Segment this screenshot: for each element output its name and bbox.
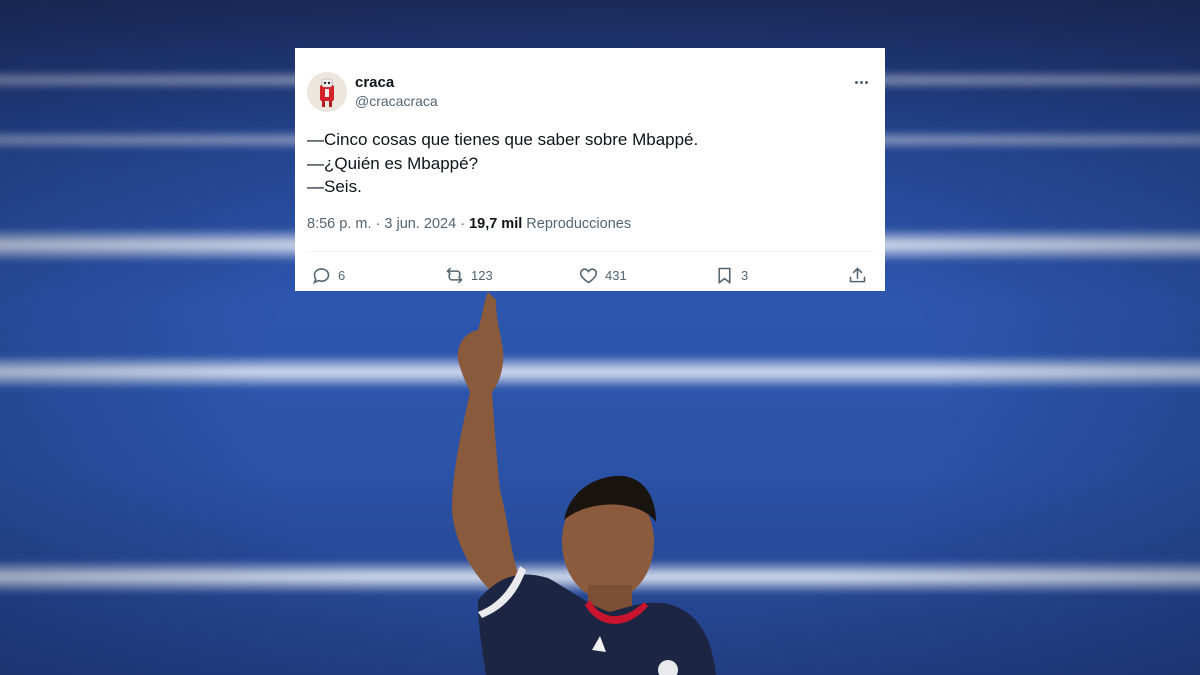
tweet-meta: 8:56 p. m. · 3 jun. 2024 · 19,7 mil Repr… <box>307 216 631 232</box>
meta-separator: · <box>375 216 381 232</box>
tweet-card: craca @cracacraca —Cinco cosas que tiene… <box>295 48 885 291</box>
reply-count: 6 <box>338 268 346 283</box>
share-button[interactable] <box>847 265 868 286</box>
divider <box>307 251 873 252</box>
repost-button[interactable]: 123 <box>444 265 493 286</box>
like-count: 431 <box>605 268 627 283</box>
repost-count: 123 <box>471 268 493 283</box>
tweet-line: —Seis. <box>307 177 362 196</box>
reply-button[interactable]: 6 <box>311 265 345 286</box>
meta-separator: · <box>460 216 466 232</box>
views-label: Reproducciones <box>526 216 632 232</box>
tweet-line: —Cinco cosas que tienes que saber sobre … <box>307 130 699 149</box>
bookmark-button[interactable]: 3 <box>714 265 748 286</box>
action-bar: 6 123 431 3 <box>295 263 885 289</box>
share-icon <box>849 267 866 283</box>
repost-icon <box>446 267 463 284</box>
reply-icon <box>313 268 330 285</box>
heart-icon <box>579 268 598 284</box>
tweet-time[interactable]: 8:56 p. m. <box>307 216 371 232</box>
tweet-text: —Cinco cosas que tienes que saber sobre … <box>307 128 698 199</box>
tweet-date[interactable]: 3 jun. 2024 <box>384 216 456 232</box>
more-icon[interactable] <box>849 74 873 90</box>
user-handle[interactable]: @cracacraca <box>355 92 438 111</box>
bookmark-icon <box>718 267 731 285</box>
tweet-line: —¿Quién es Mbappé? <box>307 153 479 173</box>
display-name[interactable]: craca <box>355 74 438 92</box>
avatar-icon[interactable] <box>307 72 347 112</box>
tweet-header: craca @cracacraca <box>307 72 438 112</box>
views-count: 19,7 mil <box>469 216 523 232</box>
like-button[interactable]: 431 <box>578 265 627 286</box>
bookmark-count: 3 <box>741 268 749 283</box>
